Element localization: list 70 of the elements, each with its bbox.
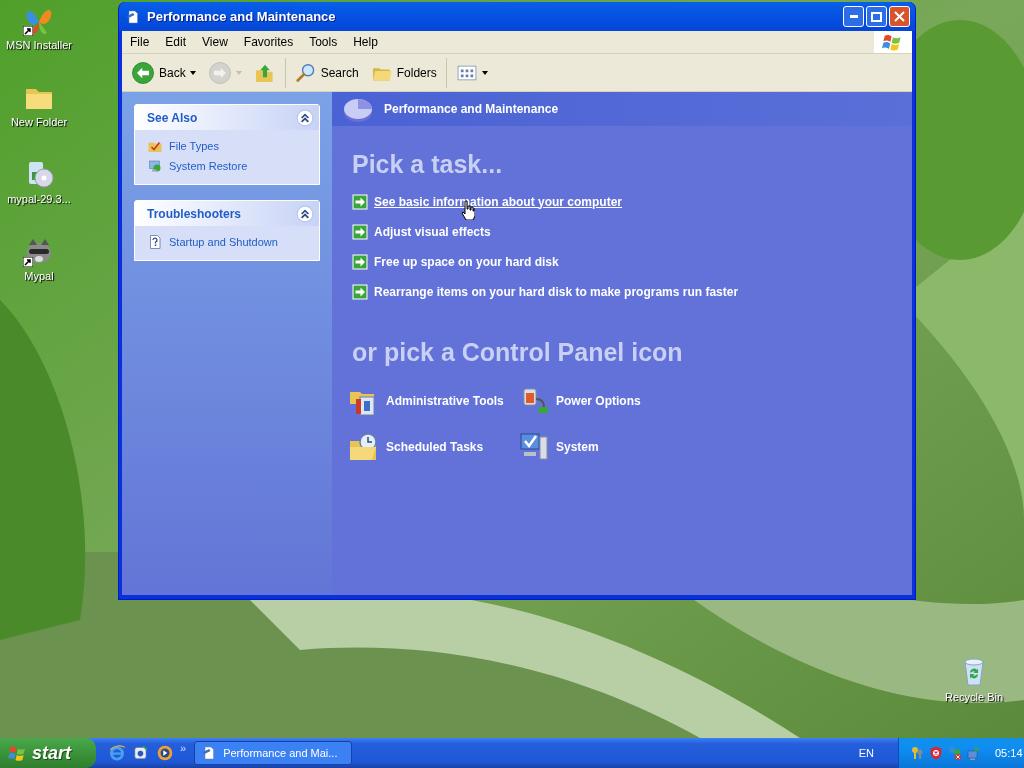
control-panel-link[interactable]: Administrative Tools [386,394,504,408]
window-title: Performance and Maintenance [147,9,337,24]
collapse-chevron-icon [296,108,314,127]
media-player-icon [156,744,174,762]
minimize-button[interactable] [843,6,864,27]
caret-icon [481,70,488,75]
task-link[interactable]: Adjust visual effects [374,224,491,239]
close-icon [894,11,905,22]
panel-link[interactable]: File Types [169,140,219,152]
keys-icon [909,745,925,761]
caret-icon [235,70,242,75]
clock-folder-icon [348,431,380,463]
folders-button[interactable]: Folders [365,59,442,86]
search-icon [294,61,317,84]
control-panel-link[interactable]: Power Options [556,394,641,408]
taskbar-button[interactable]: Performance and Mai... [194,741,353,765]
panel-link[interactable]: Startup and Shutdown [169,236,278,248]
tray-button[interactable] [947,745,963,761]
quick-launch-button[interactable] [156,744,174,762]
menu-item[interactable]: View [194,35,236,49]
start-button[interactable]: start [0,738,96,768]
section-heading: or pick a Control Panel icon [352,338,684,367]
task-link[interactable]: See basic information about your computer [374,194,623,209]
icon-label[interactable]: MSN Installer [6,39,72,51]
maximize-button[interactable] [866,6,887,27]
menu-item[interactable]: Favorites [235,35,302,49]
tray-button[interactable] [928,745,944,761]
network-error-icon [947,745,963,761]
panel-toggle[interactable] [296,204,314,223]
language-indicator[interactable]: EN [858,747,874,759]
menu-item[interactable]: Edit [157,35,195,49]
clock: 05:14 [995,747,1023,759]
task-link[interactable]: Rearrange items on your hard disk to make programs run faster [374,284,739,299]
panel-title: See Also [147,110,198,125]
control-panel-link[interactable]: Scheduled Tasks [386,440,484,454]
icon-label[interactable]: Recycle Bin [944,691,1004,703]
icon-label[interactable]: Mypal [24,270,54,282]
computer-check-icon [518,431,550,463]
window-document-icon [125,8,141,25]
menu-item[interactable]: File [122,35,158,49]
quick-launch-button[interactable] [108,744,126,762]
task-link[interactable]: Free up space on your hard disk [374,254,559,269]
browser-e-icon [108,744,126,762]
more-chevron[interactable]: » [180,742,187,754]
minimize-icon [849,15,858,18]
monitor-arrow-icon [966,745,982,761]
collapse-chevron-icon [296,204,314,223]
tray-button[interactable] [909,745,925,761]
caret-icon [189,70,196,75]
icon-label[interactable]: mypal-29.3... [7,193,71,205]
maximize-icon [871,11,882,22]
help-page-icon [147,234,163,250]
menu-item[interactable]: Help [345,35,386,49]
panel-toggle[interactable] [296,108,314,127]
panel-link[interactable]: System Restore [169,160,248,172]
quick-launch-button[interactable] [132,744,150,762]
shield-alert-icon [928,745,944,761]
page-header: Performance and Maintenance [384,102,559,116]
panel-title: Troubleshooters [147,206,241,221]
shortcut-arrow-icon [23,257,33,267]
search-button[interactable]: Search [289,59,364,86]
icon-label[interactable]: New Folder [10,116,68,128]
mail-icon [132,744,150,762]
back-button[interactable]: Back [126,58,201,87]
control-panel-link[interactable]: System [556,440,599,454]
close-button[interactable] [889,6,910,27]
system-restore-icon [147,158,163,174]
section-heading: Pick a task... [352,150,504,179]
shortcut-arrow-icon [23,26,33,36]
menu-item[interactable]: Tools [301,35,346,49]
